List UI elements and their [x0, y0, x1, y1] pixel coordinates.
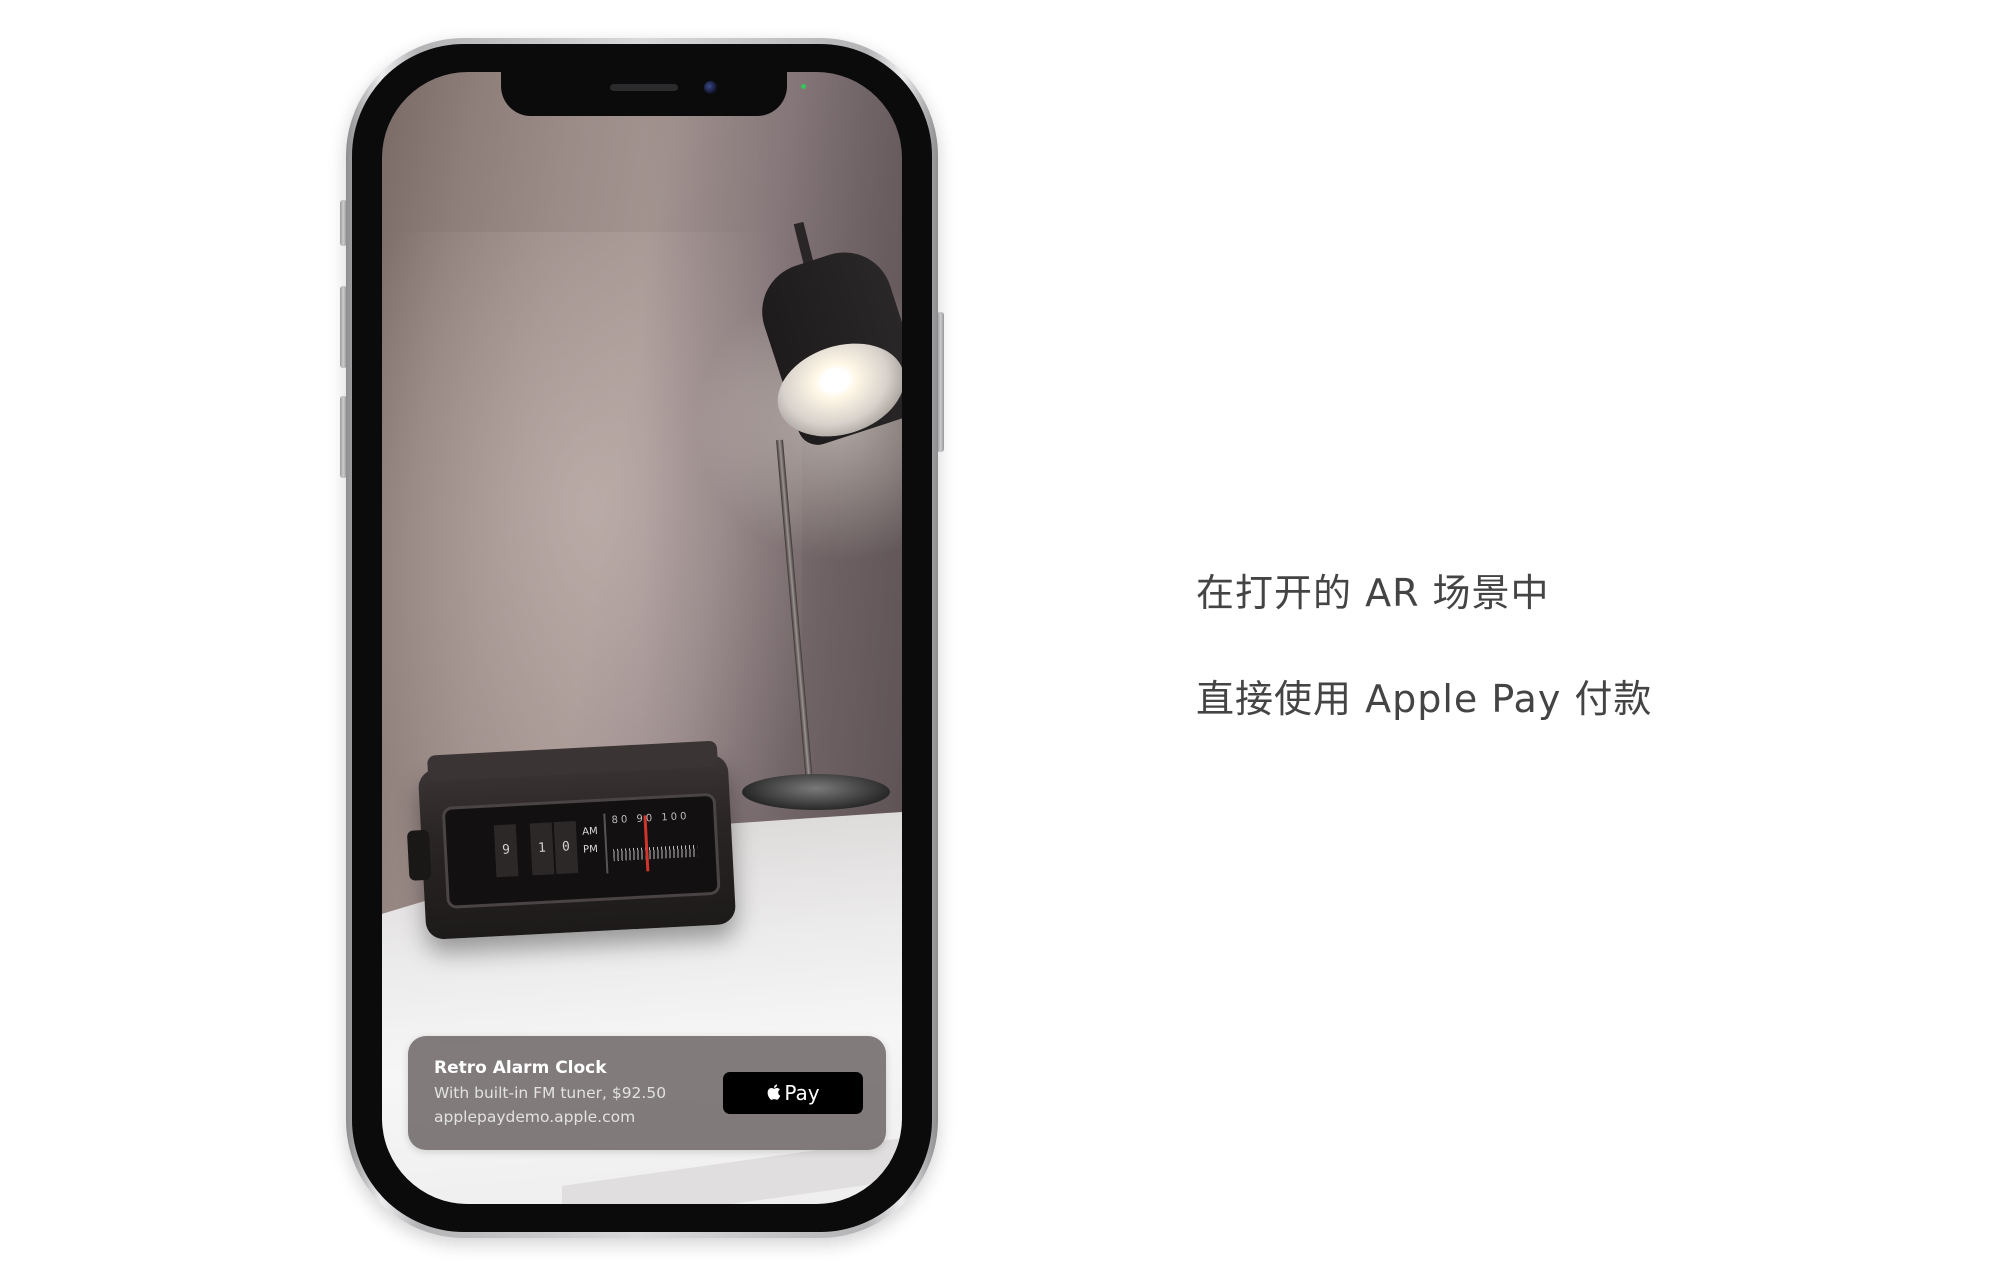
side-button — [937, 312, 944, 452]
product-title: Retro Alarm Clock — [434, 1058, 607, 1078]
clock-digit: 1 — [529, 822, 555, 876]
apple-pay-banner[interactable]: Retro Alarm Clock With built-in FM tuner… — [408, 1036, 886, 1150]
clock-face: 9 1 0 AM PM 80 90 100 — [441, 792, 721, 909]
front-camera-icon — [704, 81, 717, 94]
earpiece-speaker — [610, 84, 678, 91]
clock-digit: 0 — [553, 821, 579, 875]
camera-indicator-dot — [801, 84, 806, 89]
notch — [501, 72, 787, 116]
apple-logo-icon — [767, 1083, 781, 1100]
product-subtitle: With built-in FM tuner, $92.50 — [434, 1084, 667, 1102]
apple-pay-button[interactable]: Pay — [723, 1072, 863, 1114]
merchant-domain: applepaydemo.apple.com — [434, 1108, 636, 1126]
ar-scene-screen[interactable]: 9 1 0 AM PM 80 90 100 — [382, 72, 902, 1204]
clock-am-label: AM — [581, 825, 598, 838]
caption-ar-scene: 在打开的 AR 场景中 — [1196, 571, 1550, 615]
clock-digit: 9 — [493, 824, 519, 878]
tuner-ticks — [613, 844, 698, 862]
apple-pay-label: Pay — [784, 1081, 820, 1105]
fm-tuner-dial: 80 90 100 — [603, 808, 705, 874]
clock-knob — [406, 829, 432, 881]
clock-pm-label: PM — [582, 843, 599, 856]
lamp-base — [742, 774, 890, 810]
tuner-numbers: 80 90 100 — [611, 811, 690, 827]
retro-alarm-clock-model[interactable]: 9 1 0 AM PM 80 90 100 — [406, 740, 737, 940]
caption-apple-pay: 直接使用 Apple Pay 付款 — [1196, 677, 1653, 721]
